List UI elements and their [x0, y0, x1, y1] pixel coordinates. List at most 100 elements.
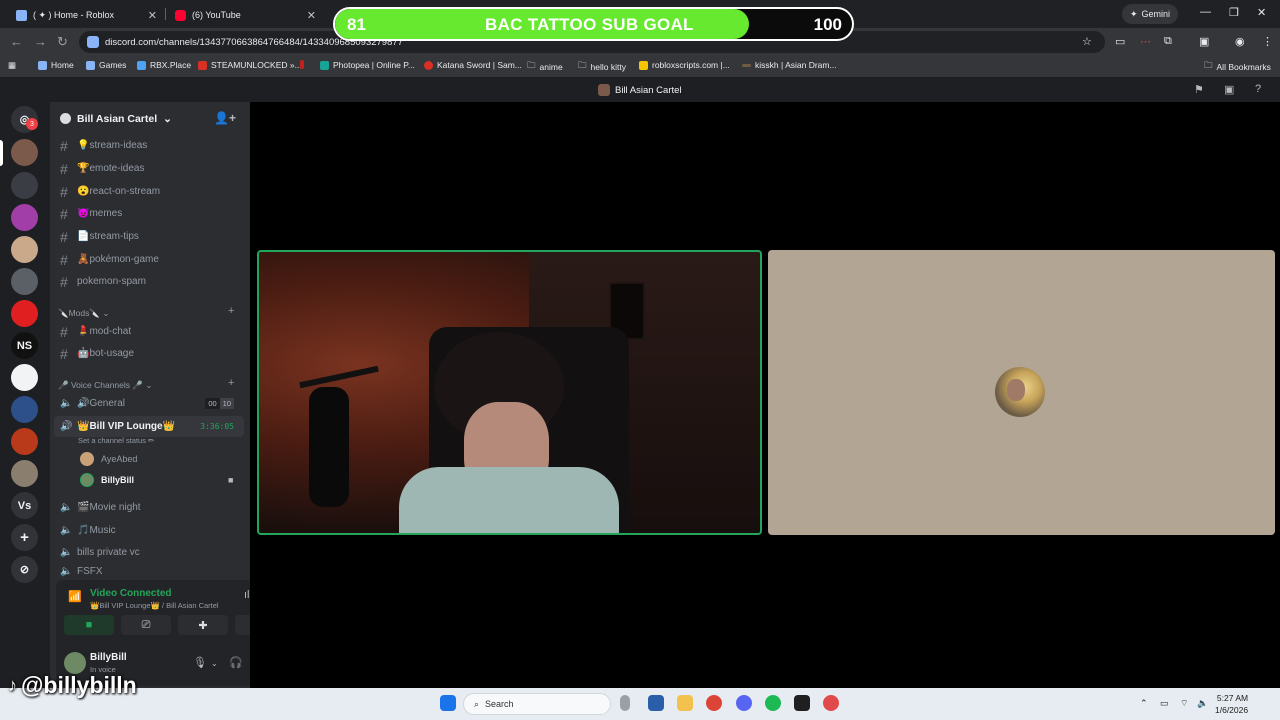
tab-roblox[interactable]: ( ✦ ) Home - Roblox ✕ [8, 4, 163, 26]
all-bookmarks[interactable]: 🗀 All Bookmarks [1204, 60, 1271, 74]
close-window-icon[interactable]: ✕ [1257, 6, 1266, 19]
avatar[interactable] [64, 652, 86, 674]
system-clock[interactable]: 5:27 AM 1/6/2026 [1215, 692, 1248, 716]
camera-toggle-button[interactable]: ■ [64, 615, 114, 635]
voice-location[interactable]: 👑Bill VIP Lounge👑 / Bill Asian Cartel [90, 601, 219, 610]
apps-grid-icon[interactable]: ▦ [8, 60, 16, 71]
server-icon-ns[interactable]: NS [11, 332, 38, 359]
voice-channel-music[interactable]: 🔈 🎵Music [54, 520, 244, 541]
minimize-icon[interactable]: — [1200, 6, 1211, 18]
restore-icon[interactable]: ❐ [1229, 6, 1239, 19]
bookmark-home[interactable]: Home [38, 60, 74, 70]
spotify-icon[interactable] [765, 695, 781, 711]
voice-user-billybill[interactable]: BillyBill [80, 470, 134, 490]
server-icon-bill-asian-cartel[interactable] [11, 139, 38, 166]
server-icon[interactable] [11, 396, 38, 423]
category-voice-channels[interactable]: 🎤 Voice Channels 🎤 ⌄ [58, 380, 152, 391]
user-name[interactable]: BillyBill [90, 652, 127, 663]
server-icon-vs[interactable]: Vs [11, 492, 38, 519]
video-tile-ayeabed[interactable] [768, 250, 1275, 535]
screen-share-button[interactable]: ⎚ [121, 615, 171, 635]
bookmark-robloxscripts[interactable]: robloxscripts.com |... [639, 60, 730, 70]
site-info-icon[interactable] [87, 36, 99, 48]
store-icon[interactable] [648, 695, 664, 711]
voice-channel-movie-night[interactable]: 🔈 🎬Movie night [54, 497, 244, 518]
server-icon[interactable] [11, 268, 38, 295]
voice-channel-fsfx[interactable]: 🔈 FSFX [54, 565, 244, 577]
activities-button[interactable]: ✚ [178, 615, 228, 635]
bookmark-star-icon[interactable]: ☆ [1082, 35, 1092, 48]
bookmark-rbxplace[interactable]: RBX.Place [137, 60, 191, 70]
tab-youtube[interactable]: (6) YouTube ✕ [167, 4, 322, 26]
windows-start-icon[interactable] [440, 695, 456, 711]
category-mods[interactable]: 🔪Mods🔪 ⌄ [58, 308, 109, 319]
microphone-icon[interactable]: 🎙 [193, 656, 207, 669]
side-panel-icon[interactable]: ▣ [1199, 35, 1209, 48]
channel-pokemon-spam[interactable]: # pokemon-spam [54, 271, 244, 292]
discord-icon[interactable] [736, 695, 752, 711]
gemini-button[interactable]: ✦ Gemini [1122, 4, 1179, 24]
chrome-icon[interactable] [706, 695, 722, 711]
wifi-icon[interactable]: ⌔ [1180, 698, 1188, 709]
bookmark-red-dot[interactable] [300, 60, 304, 69]
voice-channel-vip-lounge[interactable]: 🔊 👑Bill VIP Lounge👑 3:36:05 [54, 416, 244, 437]
channel-emote-ideas[interactable]: # 🏆emote-ideas [54, 158, 244, 179]
volume-icon[interactable]: 🔈 [1197, 698, 1208, 709]
add-server-icon[interactable]: + [11, 524, 38, 551]
extension-red-icon[interactable]: ⋯ [1140, 35, 1151, 48]
channel-bot-usage[interactable]: # 🤖bot-usage [54, 343, 244, 364]
server-icon[interactable] [11, 364, 38, 391]
bookmark-games[interactable]: Games [86, 60, 126, 70]
back-icon[interactable]: ← [10, 34, 23, 49]
discover-compass-icon[interactable]: ⊘ [11, 556, 38, 583]
channel-memes[interactable]: # 😈memes [54, 203, 244, 224]
invite-people-icon[interactable]: 👤+ [214, 111, 236, 125]
channel-stream-ideas[interactable]: # 💡stream-ideas [54, 135, 244, 156]
bookmark-hello-kitty[interactable]: 🗀 hello kitty [578, 60, 626, 74]
server-icon[interactable] [11, 236, 38, 263]
forward-icon[interactable]: → [34, 34, 47, 49]
voice-channel-general[interactable]: 🔈 🔊General 00 10 [54, 393, 244, 414]
chevron-down-icon[interactable]: ⌄ [211, 659, 218, 668]
server-header[interactable]: Bill Asian Cartel ⌄ 👤+ [50, 102, 250, 135]
channel-react-on-stream[interactable]: # 😮react-on-stream [54, 181, 244, 202]
voice-user-ayeabed[interactable]: AyeAbed [80, 449, 137, 469]
server-icon[interactable] [11, 172, 38, 199]
server-icon[interactable] [11, 204, 38, 231]
flag-icon[interactable]: ⚑ [1194, 83, 1204, 96]
menu-dots-icon[interactable]: ⋮ [1262, 35, 1273, 48]
set-channel-status[interactable]: Set a channel status ✏ [78, 436, 154, 445]
bookmark-anime[interactable]: 🗀 anime [527, 60, 563, 74]
inbox-icon[interactable]: ▣ [1224, 83, 1234, 96]
channel-stream-tips[interactable]: # 📄stream-tips [54, 226, 244, 247]
channel-mod-chat[interactable]: # 💄mod-chat [54, 321, 244, 342]
voice-status[interactable]: Video Connected [90, 588, 172, 599]
help-icon[interactable]: ? [1255, 83, 1261, 95]
file-explorer-icon[interactable] [677, 695, 693, 711]
bookmark-steamunlocked[interactable]: STEAMUNLOCKED »... [198, 60, 302, 70]
profile-avatar-icon[interactable]: ◉ [1235, 35, 1245, 48]
app-icon[interactable] [794, 695, 810, 711]
bookmark-katana[interactable]: Katana Sword | Sam... [424, 60, 522, 70]
server-icon[interactable] [11, 428, 38, 455]
tab-close-icon[interactable]: ✕ [307, 9, 316, 22]
video-tile-billybill[interactable] [257, 250, 762, 535]
extensions-puzzle-icon[interactable]: ⧉ [1164, 35, 1172, 48]
add-channel-icon[interactable]: + [228, 377, 234, 389]
server-icon[interactable] [11, 460, 38, 487]
headphones-icon[interactable]: 🎧 [229, 656, 243, 669]
tab-close-icon[interactable]: ✕ [148, 9, 157, 22]
add-channel-icon[interactable]: + [228, 305, 234, 317]
opera-icon[interactable] [823, 695, 839, 711]
voice-channel-bills-private[interactable]: 🔈 bills private vc [54, 542, 244, 563]
reload-icon[interactable]: ↻ [57, 34, 68, 50]
taskbar-search[interactable]: ⌕ Search [463, 693, 611, 715]
channel-pokemon-game[interactable]: # 🧸pokémon-game [54, 249, 244, 270]
tray-chevron-up-icon[interactable]: ⌃ [1140, 698, 1148, 709]
server-icon[interactable] [11, 300, 38, 327]
mouse-icon[interactable] [620, 695, 630, 711]
extension-icon[interactable]: ▭ [1115, 35, 1125, 48]
tray-app-icon[interactable]: ▭ [1160, 698, 1169, 709]
bookmark-kisskh[interactable]: kisskh | Asian Dram... [742, 60, 837, 70]
bookmark-photopea[interactable]: Photopea | Online P... [320, 60, 415, 70]
